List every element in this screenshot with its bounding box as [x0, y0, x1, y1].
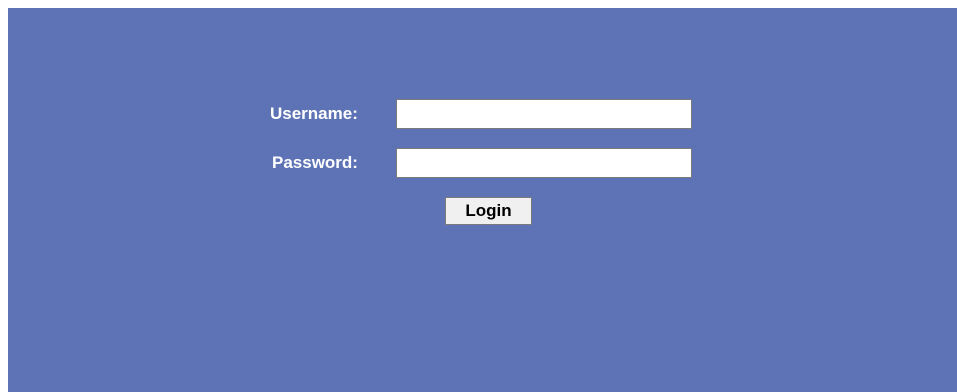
password-label: Password: — [272, 153, 358, 172]
username-label: Username: — [270, 104, 358, 123]
login-button[interactable]: Login — [445, 197, 532, 225]
password-input[interactable] — [396, 148, 692, 178]
login-panel: Username: Password: Login — [8, 8, 957, 392]
username-input[interactable] — [396, 99, 692, 129]
